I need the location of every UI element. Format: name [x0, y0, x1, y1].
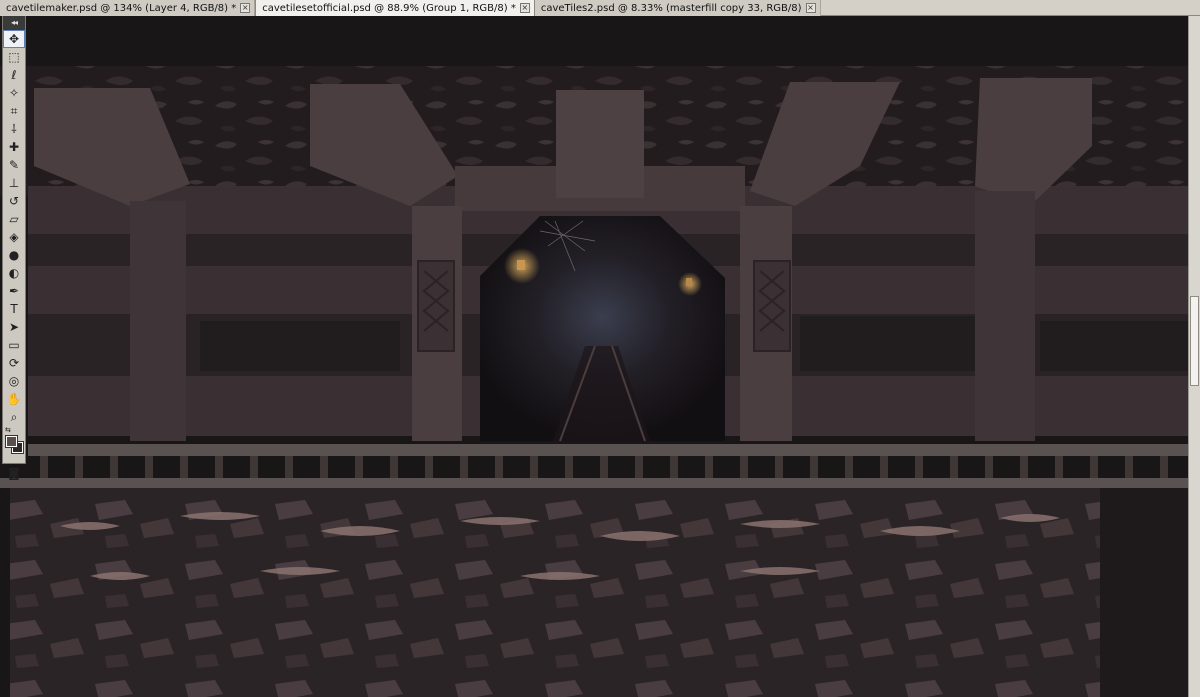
pen-tool[interactable]: ✒	[3, 282, 25, 300]
3d-rotate-tool[interactable]: ⟳	[3, 354, 25, 372]
zoom-icon: ⌕	[10, 410, 18, 424]
eyedropper-tool[interactable]: ⸸	[3, 120, 25, 138]
scrollbar-thumb[interactable]	[1190, 296, 1199, 386]
close-icon[interactable]: ×	[519, 3, 530, 13]
paint-bucket-icon: ◈	[9, 230, 19, 244]
brush-tool[interactable]: ✎	[3, 156, 25, 174]
tab-label: caveTiles2.psd @ 8.33% (masterfill copy …	[540, 2, 802, 14]
document-canvas[interactable]	[0, 16, 1200, 697]
close-icon[interactable]: ×	[805, 3, 816, 13]
blur-tool[interactable]: ●	[3, 246, 25, 264]
swap-colors-icon[interactable]: ⇆	[5, 426, 11, 434]
path-selection-tool[interactable]: ➤	[3, 318, 25, 336]
3d-orbit-icon: ◎	[8, 374, 20, 388]
lasso-icon: ℓ	[11, 68, 17, 82]
3d-orbit-tool[interactable]: ◎	[3, 372, 25, 390]
move-tool[interactable]: ✥	[3, 30, 25, 48]
photoshop-window: cavetilemaker.psd @ 134% (Layer 4, RGB/8…	[0, 0, 1200, 697]
blur-icon: ●	[8, 248, 20, 262]
type-tool[interactable]: T	[3, 300, 25, 318]
lasso-tool[interactable]: ℓ	[3, 66, 25, 84]
tab-label: cavetilesetofficial.psd @ 88.9% (Group 1…	[262, 2, 516, 14]
dodge-tool[interactable]: ◐	[3, 264, 25, 282]
magic-wand-icon: ✧	[8, 86, 20, 100]
zoom-tool[interactable]: ⌕	[3, 408, 25, 426]
healing-brush-tool[interactable]: ✚	[3, 138, 25, 156]
clone-stamp-icon: ⊥	[8, 176, 20, 190]
hand-icon: ✋	[6, 392, 22, 406]
brush-icon: ✎	[8, 158, 20, 172]
healing-brush-icon: ✚	[8, 140, 20, 154]
tab-cavetilemaker[interactable]: cavetilemaker.psd @ 134% (Layer 4, RGB/8…	[0, 0, 256, 16]
color-swatches: ⇆	[3, 426, 25, 464]
hand-tool[interactable]: ✋	[3, 390, 25, 408]
close-icon[interactable]: ×	[240, 3, 251, 13]
tools-panel: ◂◂ ✥ ⬚ ℓ ✧ ⌗ ⸸ ✚ ✎ ⊥ ↺ ▱ ◈ ● ◐ ✒ T ➤ ▭ ⟳…	[2, 16, 26, 479]
move-icon: ✥	[8, 32, 20, 46]
eraser-tool[interactable]: ▱	[3, 210, 25, 228]
type-icon: T	[10, 302, 18, 316]
tab-label: cavetilemaker.psd @ 134% (Layer 4, RGB/8…	[6, 2, 237, 14]
quick-mask-icon: ◙	[8, 466, 20, 480]
quick-mask-button[interactable]: ◙	[3, 464, 25, 482]
eyedropper-icon: ⸸	[11, 122, 17, 136]
tab-cavetiles2[interactable]: caveTiles2.psd @ 8.33% (masterfill copy …	[534, 0, 821, 16]
path-selection-icon: ➤	[8, 320, 20, 334]
paint-bucket-tool[interactable]: ◈	[3, 228, 25, 246]
dodge-icon: ◐	[8, 266, 20, 280]
marquee-icon: ⬚	[8, 50, 20, 64]
cave-mine-artwork	[0, 16, 1200, 697]
marquee-tool[interactable]: ⬚	[3, 48, 25, 66]
history-brush-tool[interactable]: ↺	[3, 192, 25, 210]
pen-icon: ✒	[8, 284, 20, 298]
3d-rotate-icon: ⟳	[8, 356, 20, 370]
foreground-color-swatch[interactable]	[5, 435, 18, 448]
eraser-icon: ▱	[9, 212, 19, 226]
tools-panel-grip[interactable]: ◂◂	[3, 16, 25, 30]
crop-icon: ⌗	[10, 104, 18, 118]
magic-wand-tool[interactable]: ✧	[3, 84, 25, 102]
crop-tool[interactable]: ⌗	[3, 102, 25, 120]
rectangle-shape-icon: ▭	[8, 338, 20, 352]
history-brush-icon: ↺	[8, 194, 20, 208]
rectangle-shape-tool[interactable]: ▭	[3, 336, 25, 354]
vertical-scrollbar[interactable]	[1188, 16, 1200, 697]
tab-cavetilesetofficial[interactable]: cavetilesetofficial.psd @ 88.9% (Group 1…	[255, 0, 535, 16]
clone-stamp-tool[interactable]: ⊥	[3, 174, 25, 192]
document-tab-bar: cavetilemaker.psd @ 134% (Layer 4, RGB/8…	[0, 0, 1200, 16]
